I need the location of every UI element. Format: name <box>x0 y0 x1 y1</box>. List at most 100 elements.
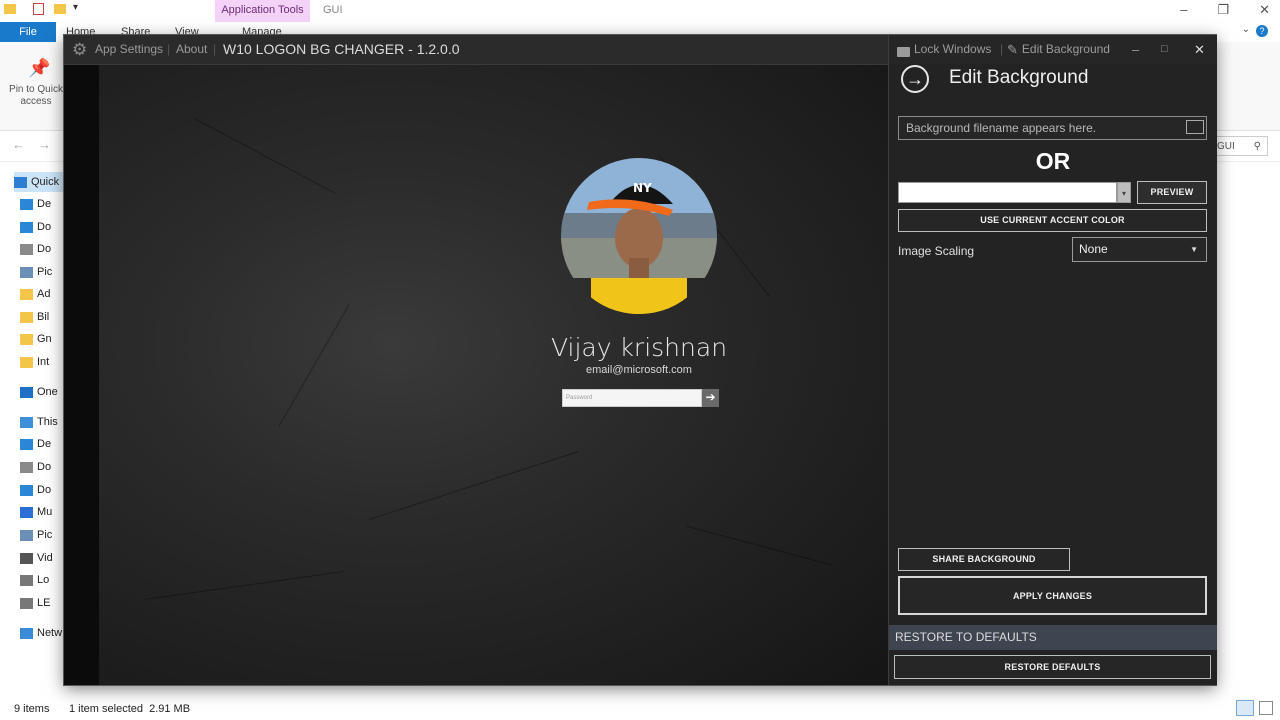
back-icon[interactable]: ← <box>12 137 25 152</box>
selection-info: 1 item selected 2.91 MB <box>69 703 191 715</box>
nav-item-label: De <box>37 438 52 450</box>
lock-windows-button[interactable]: Lock Windows <box>897 35 991 64</box>
close-icon[interactable]: ✕ <box>1259 2 1270 18</box>
minimize-icon[interactable]: – <box>1180 2 1187 18</box>
pictures-icon <box>20 529 33 541</box>
help-icon[interactable]: ? <box>1256 25 1268 37</box>
nav-item-label: Do <box>37 461 52 473</box>
about-link[interactable]: About <box>176 35 207 64</box>
nav-item[interactable]: One <box>20 382 58 402</box>
nav-item[interactable]: Do <box>20 480 51 500</box>
app-settings-link[interactable]: App Settings <box>95 35 163 64</box>
nav-item[interactable]: Bil <box>20 307 49 327</box>
nav-item-label: Do <box>37 221 52 233</box>
explorer-window-controls: – ❐ ✕ <box>1180 2 1270 18</box>
password-field: Password <box>562 389 702 407</box>
nav-item[interactable]: Ad <box>20 284 50 304</box>
panel-titlebar: Lock Windows | ✎ Edit Background – □ ✕ <box>889 35 1217 64</box>
forward-icon[interactable]: → <box>38 137 51 152</box>
nav-item[interactable]: De <box>20 194 51 214</box>
titlebar-divider: | <box>167 42 171 56</box>
item-count: 9 items <box>14 703 50 715</box>
edit-background-button[interactable]: ✎ Edit Background <box>1007 35 1110 64</box>
color-dropdown-icon[interactable]: ▾ <box>1117 182 1131 203</box>
user-photo: NY <box>561 158 717 314</box>
nav-item[interactable]: Quick <box>14 172 64 192</box>
drive-icon <box>20 597 33 609</box>
network-icon <box>20 627 33 639</box>
gear-icon[interactable]: ⚙ <box>72 35 87 64</box>
nav-item[interactable]: Pic <box>20 262 52 282</box>
onedrive-icon <box>20 386 33 398</box>
quick-access-dropdown-icon[interactable]: ▾ <box>73 2 78 13</box>
filename-placeholder: Background filename appears here. <box>906 121 1097 135</box>
logon-bg-changer-window: ⚙ App Settings | About | W10 LOGON BG CH… <box>64 35 1217 685</box>
nav-item[interactable]: Int <box>20 352 49 372</box>
app-title: W10 LOGON BG CHANGER - 1.2.0.0 <box>223 41 460 57</box>
image-scaling-label: Image Scaling <box>898 244 975 258</box>
nav-item[interactable]: Gn <box>20 329 52 349</box>
share-background-button[interactable]: SHARE BACKGROUND <box>898 548 1070 571</box>
close-icon[interactable]: ✕ <box>1194 35 1205 64</box>
nav-item-label: Int <box>37 356 50 368</box>
maximize-icon[interactable]: □ <box>1161 35 1168 64</box>
desktop-icon <box>20 198 33 210</box>
maximize-icon[interactable]: ❐ <box>1217 2 1229 18</box>
nav-item[interactable]: Vid <box>20 548 53 568</box>
nav-item[interactable]: Netw <box>20 623 62 643</box>
pin-icon[interactable]: 📌 <box>28 58 50 79</box>
minimize-icon[interactable]: – <box>1132 35 1139 64</box>
document-icon <box>20 461 33 473</box>
folder-icon <box>20 288 33 300</box>
nav-item[interactable]: Mu <box>20 502 52 522</box>
nav-item-label: One <box>37 386 58 398</box>
nav-item[interactable]: Pic <box>20 525 52 545</box>
edit-icon: ✎ <box>1007 42 1018 57</box>
new-folder-icon[interactable] <box>54 4 66 14</box>
details-view-icon[interactable] <box>1236 700 1254 716</box>
restore-heading: RESTORE TO DEFAULTS <box>895 630 1037 644</box>
music-icon <box>20 506 33 518</box>
folder-icon <box>20 333 33 345</box>
preview-button[interactable]: PREVIEW <box>1137 181 1207 204</box>
nav-item-label: Do <box>37 243 52 255</box>
image-scaling-select[interactable]: None ▼ <box>1072 237 1207 262</box>
search-text: GUI <box>1217 141 1235 152</box>
nav-item-label: Lo <box>37 574 50 586</box>
nav-item-label: Netw <box>37 627 63 639</box>
browse-image-icon[interactable] <box>1186 120 1204 134</box>
app-titlebar: ⚙ App Settings | About | W10 LOGON BG CH… <box>64 35 888 65</box>
nav-item-label: This <box>37 416 58 428</box>
edit-background-panel: Lock Windows | ✎ Edit Background – □ ✕ →… <box>888 35 1217 685</box>
nav-item-label: Quick <box>31 176 60 188</box>
explorer-window-title: GUI <box>323 4 343 16</box>
back-arrow-icon[interactable]: → <box>901 65 929 93</box>
image-scaling-value: None <box>1079 242 1108 256</box>
video-icon <box>20 552 33 564</box>
background-filename-field[interactable]: Background filename appears here. <box>898 116 1207 140</box>
color-input[interactable] <box>898 182 1117 203</box>
ribbon-collapse-icon[interactable]: ⌄ <box>1242 24 1250 35</box>
pin-to-quick-access-button[interactable]: Pin to Quick access <box>4 84 68 108</box>
nav-item[interactable]: LE <box>20 593 50 613</box>
apply-changes-button[interactable]: APPLY CHANGES <box>898 576 1207 615</box>
titlebar-divider: | <box>213 42 217 56</box>
nav-item[interactable]: De <box>20 434 51 454</box>
nav-item[interactable]: This <box>20 412 58 432</box>
nav-item[interactable]: Do <box>20 239 51 259</box>
folder-icon <box>20 356 33 368</box>
ribbon-tab-file[interactable]: File <box>0 22 56 42</box>
panel-title: Edit Background <box>949 67 1089 88</box>
status-bar: 9 items 1 item selected 2.91 MB <box>0 698 1280 720</box>
nav-item[interactable]: Do <box>20 457 51 477</box>
use-accent-color-button[interactable]: USE CURRENT ACCENT COLOR <box>898 209 1207 232</box>
restore-defaults-button[interactable]: RESTORE DEFAULTS <box>894 655 1211 679</box>
large-icons-view-icon[interactable] <box>1259 701 1273 715</box>
document-icon <box>20 243 33 255</box>
nav-item-label: Bil <box>37 311 50 323</box>
nav-item[interactable]: Lo <box>20 570 49 590</box>
this-pc-icon <box>20 416 33 428</box>
nav-item[interactable]: Do <box>20 217 51 237</box>
search-input[interactable]: GUI ⚲ <box>1212 136 1268 156</box>
properties-icon[interactable] <box>33 3 44 15</box>
